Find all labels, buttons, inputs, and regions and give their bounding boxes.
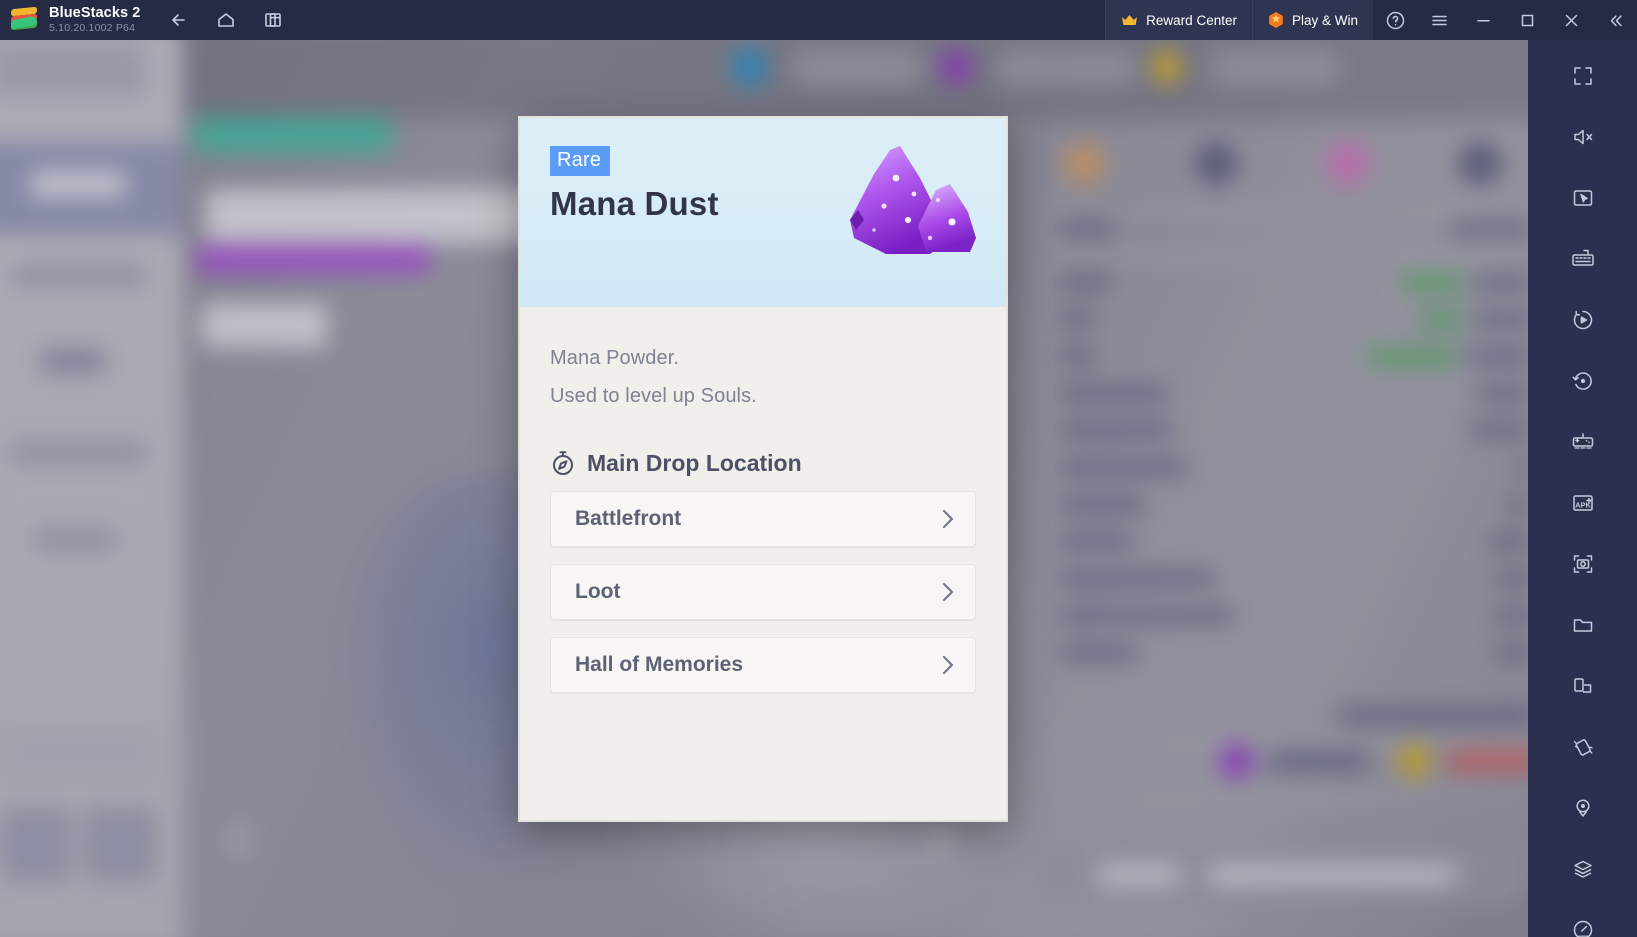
collapse-sidebar-button[interactable] [1593, 0, 1637, 40]
double-chevron-left-icon [1610, 14, 1622, 26]
chevron-right-icon [935, 506, 961, 532]
drop-location-heading-label: Main Drop Location [587, 449, 802, 476]
install-apk-button[interactable]: APK [1561, 481, 1605, 525]
cursor-mode-button[interactable] [1561, 176, 1605, 220]
rotate-icon [1571, 372, 1592, 390]
game-controls-button[interactable] [1561, 237, 1605, 281]
layers-button[interactable] [1561, 847, 1605, 891]
shake-button[interactable] [1561, 725, 1605, 769]
multi-instance-button[interactable] [256, 3, 290, 37]
instance-copy-icon [1573, 678, 1591, 693]
location-button[interactable] [1561, 786, 1605, 830]
dialog-header: Rare Mana Dust [520, 118, 1006, 307]
help-button[interactable] [1373, 0, 1417, 40]
rotate-button[interactable] [1561, 359, 1605, 403]
windows-stack-icon [265, 13, 282, 27]
app-brand: BlueStacks 2 5.10.20.1002 P64 [49, 4, 141, 35]
item-description-line-1: Mana Powder. [550, 347, 680, 369]
gauge-icon [1573, 920, 1592, 937]
drop-location-item-battlefront[interactable]: Battlefront [550, 491, 976, 547]
camera-frame-icon [1573, 555, 1592, 573]
rarity-badge: Rare [550, 146, 611, 176]
item-description-line-2: Used to level up Souls. [550, 385, 757, 407]
gamepad-icon [1572, 433, 1593, 449]
play-and-win-label: Play & Win [1291, 12, 1358, 28]
reward-center-button[interactable]: Reward Center [1105, 0, 1252, 40]
screenshot-button[interactable] [1561, 542, 1605, 586]
mute-button[interactable] [1561, 115, 1605, 159]
location-label: Hall of Memories [575, 653, 744, 676]
media-manager-button[interactable] [1561, 603, 1605, 647]
multi-instance-button[interactable] [1561, 664, 1605, 708]
maximize-button[interactable] [1505, 0, 1549, 40]
location-label: Loot [575, 580, 621, 603]
side-toolbar: APK [1528, 40, 1637, 937]
question-circle-icon [1386, 11, 1404, 29]
item-detail-dialog: Rare Mana Dust Mana Powder. Used to leve… [518, 116, 1008, 822]
hamburger-icon [1431, 15, 1447, 25]
speaker-mute-icon [1573, 129, 1592, 145]
location-label: Battlefront [575, 507, 682, 530]
home-icon [218, 13, 235, 27]
chevron-right-icon [935, 579, 961, 605]
folder-icon [1573, 619, 1592, 632]
drop-location-heading: Main Drop Location [550, 449, 976, 477]
performance-button[interactable] [1561, 908, 1605, 937]
emulator-screen: ‹ › Rare Mana Dust Mana Powder. Used to … [0, 40, 1528, 937]
purple-crystal-pile-icon [850, 146, 976, 254]
fullscreen-icon [1573, 67, 1592, 85]
play-and-win-button[interactable]: ★ Play & Win [1251, 0, 1373, 40]
shake-icon [1573, 739, 1593, 756]
location-pin-icon [1575, 799, 1590, 817]
fullscreen-button[interactable] [1561, 54, 1605, 98]
keyboard-icon [1571, 249, 1594, 266]
bluestacks-logo-icon [11, 6, 37, 33]
minimize-button[interactable] [1461, 0, 1505, 40]
macro-play-icon [1573, 310, 1592, 330]
dialog-body: Mana Powder. Used to level up Souls. Mai… [520, 307, 1006, 693]
title-bar: BlueStacks 2 5.10.20.1002 P64 Reward Cen… [0, 0, 1637, 40]
svg-text:APK: APK [1575, 501, 1591, 510]
reward-center-label: Reward Center [1146, 12, 1237, 28]
minimize-icon [1476, 19, 1490, 22]
macro-recorder-button[interactable] [1561, 298, 1605, 342]
app-title: BlueStacks 2 [49, 4, 141, 21]
menu-button[interactable] [1417, 0, 1461, 40]
drop-location-item-hall-of-memories[interactable]: Hall of Memories [550, 637, 976, 693]
gamepad-button[interactable] [1561, 420, 1605, 464]
compass-icon [553, 451, 573, 475]
star-badge-icon: ★ [1269, 12, 1283, 28]
chevron-right-icon [935, 652, 961, 678]
maximize-icon [1521, 14, 1533, 26]
apk-icon: APK [1572, 495, 1593, 511]
arrow-left-icon [172, 14, 186, 26]
bluestacks-window: BlueStacks 2 5.10.20.1002 P64 Reward Cen… [0, 0, 1637, 937]
layers-icon [1573, 860, 1592, 878]
app-version: 5.10.20.1002 P64 [49, 22, 136, 35]
cursor-in-frame-icon [1573, 190, 1592, 206]
close-icon [1565, 14, 1577, 26]
drop-location-item-loot[interactable]: Loot [550, 564, 976, 620]
drop-location-list: Battlefront Loot Hall of Memories [550, 491, 976, 693]
close-button[interactable] [1549, 0, 1593, 40]
crown-icon [1121, 14, 1138, 27]
home-button[interactable] [209, 3, 243, 37]
title-bar-actions: Reward Center ★ Play & Win [1105, 0, 1637, 40]
title-bar-nav [162, 3, 290, 37]
back-button[interactable] [162, 3, 196, 37]
side-toolbar-main: APK [1561, 54, 1605, 937]
